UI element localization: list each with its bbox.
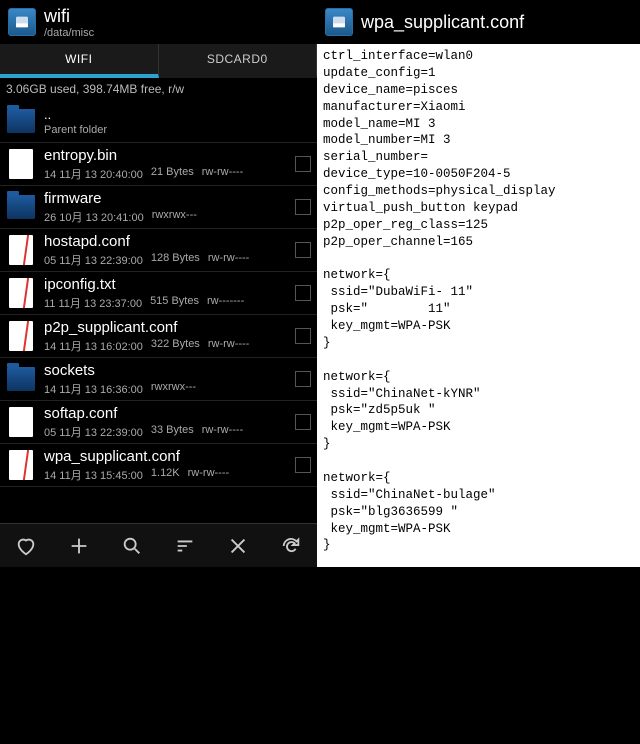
file-list[interactable]: .. Parent folder entropy.bin 14 11月 13 20… <box>0 100 317 487</box>
document-icon <box>6 277 36 309</box>
select-checkbox[interactable] <box>295 328 311 344</box>
file-row[interactable]: p2p_supplicant.conf 14 11月 13 16:02:00322… <box>0 315 317 358</box>
file-name: p2p_supplicant.conf <box>44 319 287 336</box>
file-name: ipconfig.txt <box>44 276 287 293</box>
bottom-toolbar <box>0 523 317 567</box>
folder-title: wifi <box>44 6 94 27</box>
add-button[interactable] <box>59 526 99 566</box>
file-row[interactable]: softap.conf 05 11月 13 22:39:0033 Bytesrw-… <box>0 401 317 444</box>
file-row[interactable]: firmware 26 10月 13 20:41:00rwxrwx--- <box>0 186 317 229</box>
file-meta: 26 10月 13 20:41:00rwxrwx--- <box>44 209 287 225</box>
file-name: firmware <box>44 190 287 207</box>
select-checkbox[interactable] <box>295 371 311 387</box>
tab-bar: WIFISDCARD0 <box>0 44 317 78</box>
document-icon <box>6 449 36 481</box>
file-meta: 11 11月 13 23:37:00515 Bytesrw------- <box>44 295 287 311</box>
file-meta: 14 11月 13 20:40:0021 Bytesrw-rw---- <box>44 166 287 182</box>
document-icon <box>6 148 36 180</box>
file-row[interactable]: ipconfig.txt 11 11月 13 23:37:00515 Bytesr… <box>0 272 317 315</box>
storage-status: 3.06GB used, 398.74MB free, r/w <box>0 78 317 100</box>
file-row[interactable]: wpa_supplicant.conf 14 11月 13 15:45:001.1… <box>0 444 317 487</box>
file-meta: 05 11月 13 22:39:0033 Bytesrw-rw---- <box>44 424 287 440</box>
document-icon <box>6 234 36 266</box>
select-checkbox[interactable] <box>295 199 311 215</box>
right-titlebar: wpa_supplicant.conf <box>317 0 640 44</box>
favorite-button[interactable] <box>6 526 46 566</box>
folder-icon <box>6 105 36 137</box>
select-checkbox[interactable] <box>295 414 311 430</box>
file-name: softap.conf <box>44 405 287 422</box>
file-name: hostapd.conf <box>44 233 287 250</box>
file-content[interactable]: ctrl_interface=wlan0 update_config=1 dev… <box>317 44 640 744</box>
tab-sdcard0[interactable]: SDCARD0 <box>159 44 318 78</box>
document-icon <box>6 406 36 438</box>
parent-folder-row[interactable]: .. Parent folder <box>0 100 317 143</box>
file-row[interactable]: sockets 14 11月 13 16:36:00rwxrwx--- <box>0 358 317 401</box>
file-name: entropy.bin <box>44 147 287 164</box>
left-titlebar: wifi /data/misc <box>0 0 317 44</box>
app-icon[interactable] <box>325 8 353 36</box>
file-name: sockets <box>44 362 287 379</box>
file-meta: 14 11月 13 16:02:00322 Bytesrw-rw---- <box>44 338 287 354</box>
file-meta: 05 11月 13 22:39:00128 Bytesrw-rw---- <box>44 252 287 268</box>
refresh-button[interactable] <box>271 526 311 566</box>
close-button[interactable] <box>218 526 258 566</box>
select-checkbox[interactable] <box>295 242 311 258</box>
file-name: wpa_supplicant.conf <box>44 448 287 465</box>
select-checkbox[interactable] <box>295 156 311 172</box>
text-viewer-pane: wpa_supplicant.conf ctrl_interface=wlan0… <box>317 0 640 567</box>
file-title: wpa_supplicant.conf <box>361 12 524 33</box>
parent-dots: .. <box>44 107 311 122</box>
file-row[interactable]: hostapd.conf 05 11月 13 22:39:00128 Bytesr… <box>0 229 317 272</box>
folder-icon <box>6 191 36 223</box>
sort-button[interactable] <box>165 526 205 566</box>
select-checkbox[interactable] <box>295 285 311 301</box>
app-icon[interactable] <box>8 8 36 36</box>
file-row[interactable]: entropy.bin 14 11月 13 20:40:0021 Bytesrw-… <box>0 143 317 186</box>
folder-path: /data/misc <box>44 27 94 39</box>
file-meta: 14 11月 13 15:45:001.12Krw-rw---- <box>44 467 287 483</box>
select-checkbox[interactable] <box>295 457 311 473</box>
search-button[interactable] <box>112 526 152 566</box>
file-meta: 14 11月 13 16:36:00rwxrwx--- <box>44 381 287 397</box>
file-explorer-pane: wifi /data/misc WIFISDCARD0 3.06GB used,… <box>0 0 317 567</box>
tab-wifi[interactable]: WIFI <box>0 44 159 78</box>
parent-label: Parent folder <box>44 124 107 136</box>
folder-icon <box>6 363 36 395</box>
document-icon <box>6 320 36 352</box>
